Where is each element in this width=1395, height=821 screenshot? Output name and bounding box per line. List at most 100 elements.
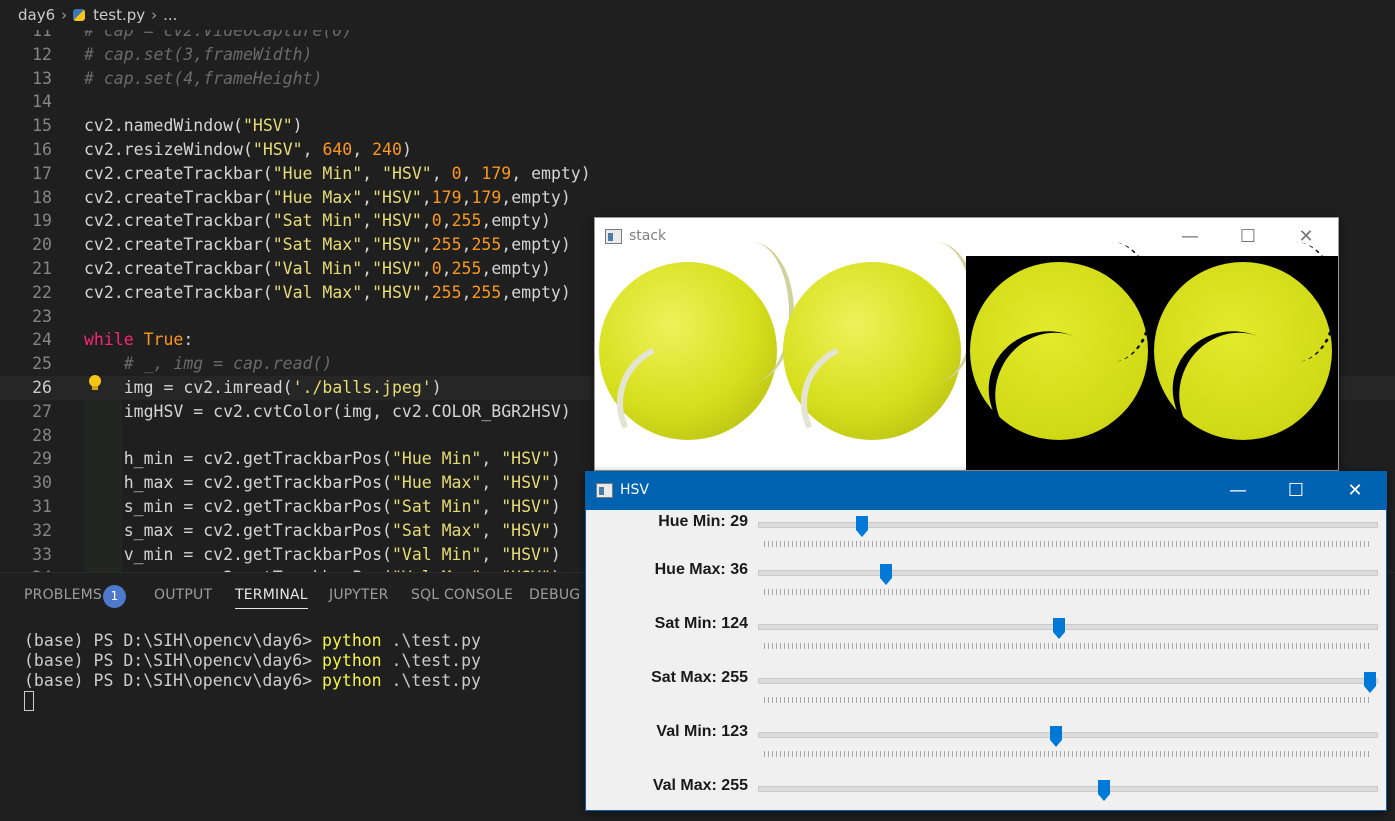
tab-terminal[interactable]: TERMINAL	[235, 587, 308, 609]
code-line[interactable]: 13 # cap.set(4,frameHeight)	[0, 67, 1395, 91]
code-text: v_min = cv2.getTrackbarPos("Val Min", "H…	[84, 543, 561, 567]
code-line[interactable]: 17 cv2.createTrackbar("Hue Min", "HSV", 0…	[0, 162, 1395, 186]
lightbulb-icon[interactable]	[88, 375, 102, 391]
line-number: 16	[32, 140, 52, 159]
code-token: ,	[362, 235, 373, 255]
val-max-slider-thumb[interactable]	[1098, 780, 1110, 801]
hue-min-ticks	[764, 541, 1370, 547]
chevron-right-icon: ›	[151, 6, 158, 24]
code-token: "Sat Min"	[272, 211, 363, 231]
sat-max-track[interactable]	[758, 678, 1378, 684]
code-token: )	[550, 497, 561, 516]
code-token: 0	[431, 259, 442, 278]
breadcrumb-folder[interactable]: day6	[18, 0, 55, 30]
code-token: ,	[481, 544, 502, 564]
code-token: cv2.createTrackbar(	[84, 211, 273, 231]
minimize-button[interactable]: —	[1161, 218, 1219, 255]
code-line[interactable]: 14	[0, 90, 1395, 114]
code-text: cv2.namedWindow("HSV")	[84, 114, 303, 138]
breadcrumb-more[interactable]: ...	[163, 0, 177, 30]
tab-jupyter[interactable]: JUPYTER	[329, 587, 389, 603]
code-token: s_max = cv2.getTrackbarPos(	[84, 520, 392, 540]
terminal-prompt: (base) PS D:\SIH\opencv\day6>	[24, 631, 323, 650]
code-line[interactable]: 11 # cap = cv2.VideoCapture(0)	[0, 30, 1395, 43]
code-token: ,	[461, 187, 472, 207]
maximize-button[interactable]: ☐	[1267, 472, 1325, 510]
code-token: h_max = cv2.getTrackbarPos(	[84, 473, 392, 493]
code-line[interactable]: 18 cv2.createTrackbar("Hue Max","HSV",179…	[0, 186, 1395, 210]
line-number: 29	[32, 449, 52, 469]
code-token: 255	[471, 282, 502, 302]
line-number: 33	[32, 544, 52, 564]
code-token: cv2.createTrackbar(	[84, 282, 273, 302]
terminal-command: python	[322, 631, 382, 650]
code-token: ,	[441, 211, 452, 231]
hue-min-track[interactable]	[758, 522, 1378, 528]
code-token: "HSV"	[501, 473, 551, 493]
hue-max-track[interactable]	[758, 570, 1378, 576]
code-token: 255	[451, 211, 482, 231]
val-min-track[interactable]	[758, 732, 1378, 738]
code-token: "Sat Max"	[391, 520, 482, 540]
code-token: 179	[431, 187, 462, 207]
terminal-prompt: (base) PS D:\SIH\opencv\day6>	[24, 671, 323, 690]
stack-titlebar[interactable]: stack — ☐ ✕	[595, 218, 1338, 255]
terminal-line: (base) PS D:\SIH\opencv\day6> python .\t…	[24, 651, 481, 671]
code-token: "HSV"	[372, 187, 422, 207]
chevron-right-icon: ›	[61, 6, 68, 24]
code-token: True	[143, 330, 184, 350]
code-token: cv2.createTrackbar(	[84, 235, 273, 255]
code-token: imgHSV = cv2.cvtColor(img, cv2.COLOR_BGR…	[84, 401, 571, 421]
minimize-button[interactable]: —	[1209, 472, 1267, 510]
code-token: 0	[451, 163, 462, 183]
code-token: 255	[431, 235, 462, 255]
code-token: "Hue Min"	[272, 163, 363, 183]
code-line[interactable]: 12 # cap.set(3,frameWidth)	[0, 43, 1395, 67]
sat-min-track[interactable]	[758, 624, 1378, 630]
breadcrumb-file[interactable]: test.py	[93, 0, 145, 30]
terminal-command: python	[322, 651, 382, 670]
tab-sql-console[interactable]: SQL CONSOLE	[411, 587, 513, 603]
hsv-window[interactable]: HSV — ☐ ✕ Hue Min: 29 Hue Max: 36 Sat Min:…	[585, 471, 1387, 811]
close-button[interactable]: ✕	[1326, 472, 1384, 510]
code-token: ,empty)	[481, 211, 551, 231]
code-line[interactable]: 15 cv2.namedWindow("HSV")	[0, 114, 1395, 138]
stack-window-title: stack	[629, 228, 667, 244]
code-text: s_max = cv2.getTrackbarPos("Sat Max", "H…	[84, 519, 561, 543]
code-token: ,	[481, 497, 502, 516]
code-token: "HSV"	[382, 163, 432, 183]
stack-window[interactable]: stack — ☐ ✕	[594, 217, 1339, 482]
code-token: "HSV"	[372, 211, 422, 231]
tennis-ball-image	[599, 242, 794, 482]
tab-problems[interactable]: PROBLEMS	[24, 587, 102, 603]
line-number: 18	[32, 187, 52, 207]
code-token: "HSV"	[501, 497, 551, 516]
tennis-ball-image	[968, 242, 1154, 474]
code-token: ,	[421, 282, 432, 302]
hsv-titlebar[interactable]: HSV — ☐ ✕	[586, 472, 1386, 510]
code-token: "HSV"	[372, 259, 422, 278]
code-line[interactable]: 16 cv2.resizeWindow("HSV", 640, 240)	[0, 138, 1395, 162]
val-min-slider-thumb[interactable]	[1050, 726, 1062, 747]
code-token: ,	[362, 282, 373, 302]
maximize-button[interactable]: ☐	[1219, 218, 1277, 255]
code-token: 240	[372, 140, 402, 159]
sat-max-ticks	[764, 697, 1370, 703]
code-token: "Hue Max"	[391, 473, 482, 493]
code-token: 255	[431, 282, 462, 302]
hue-min-slider-thumb[interactable]	[856, 516, 868, 537]
sat-min-slider-thumb[interactable]	[1053, 618, 1065, 639]
line-number: 19	[32, 211, 52, 231]
val-max-track[interactable]	[758, 786, 1378, 792]
code-token: ,empty)	[501, 235, 571, 255]
sat-max-slider-thumb[interactable]	[1364, 672, 1376, 693]
code-text: img = cv2.imread('./balls.jpeg')	[84, 376, 442, 400]
code-text: # cap.set(3,frameWidth)	[84, 43, 312, 67]
tab-output[interactable]: OUTPUT	[154, 587, 212, 603]
code-token: 255	[451, 259, 482, 278]
code-token: cv2.createTrackbar(	[84, 259, 273, 278]
code-token: ,	[362, 187, 373, 207]
hue-max-slider-thumb[interactable]	[880, 564, 892, 585]
hsv-window-title: HSV	[620, 482, 649, 498]
code-token: "Val Max"	[272, 282, 363, 302]
